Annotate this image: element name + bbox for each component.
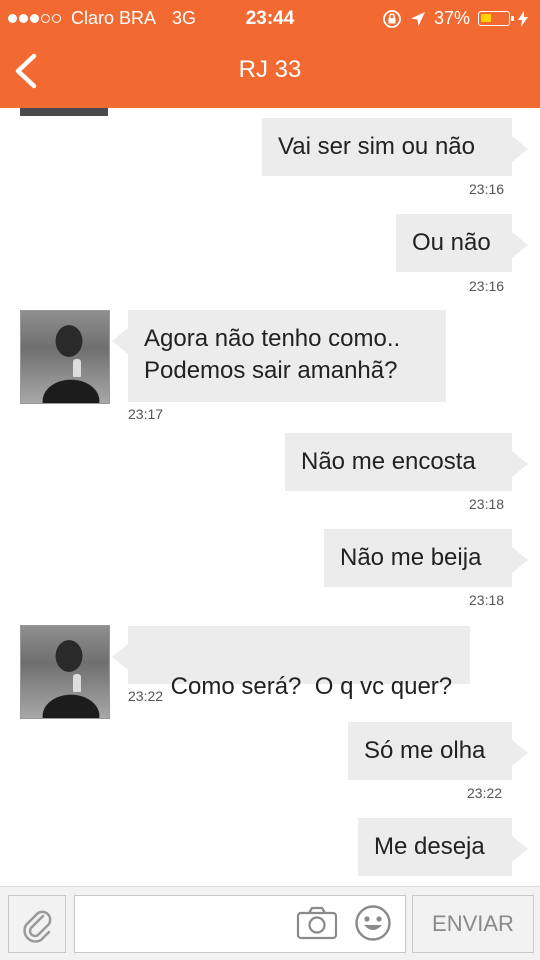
battery-icon (478, 11, 514, 26)
message-text: Ou não (412, 229, 491, 256)
status-right: 37% (382, 8, 528, 29)
message-time: 23:16 (469, 181, 505, 197)
message-bubble-outgoing[interactable]: Não me encosta (285, 433, 528, 491)
contact-avatar[interactable] (20, 625, 110, 719)
conversation-title: RJ 33 (238, 56, 302, 83)
app-header: Claro BRA 3G 23:44 37% RJ 33 (0, 0, 540, 108)
message-time: 23:17 (128, 406, 164, 422)
paperclip-icon (23, 910, 52, 943)
rotation-lock-icon (383, 9, 401, 28)
camera-icon[interactable] (296, 906, 338, 940)
message-list[interactable]: Vai ser sim ou não 23:16 Ou não 23:16 Ag… (0, 108, 540, 886)
message-bubble-outgoing[interactable]: Me deseja (358, 818, 528, 876)
message-time: 23:22 (128, 688, 164, 704)
location-arrow-icon (410, 11, 425, 26)
message-text: Me deseja (374, 833, 485, 860)
status-bar: Claro BRA 3G 23:44 37% (0, 0, 540, 36)
nav-bar: RJ 33 (0, 36, 540, 108)
message-bubble-incoming[interactable]: Como será? O q vc quer? (112, 626, 470, 700)
message-text: Não me beija (340, 544, 482, 571)
message-bubble-outgoing[interactable]: Só me olha (348, 722, 528, 780)
contact-avatar-partial (20, 108, 108, 116)
message-text: Como será? O q vc quer? (170, 673, 453, 700)
message-bubble-outgoing[interactable]: Vai ser sim ou não (262, 118, 528, 176)
contact-avatar[interactable] (20, 310, 110, 404)
message-bubble-outgoing[interactable]: Ou não (396, 214, 528, 272)
message-time: 23:18 (469, 592, 505, 608)
message-text: Vai ser sim ou não (278, 133, 475, 160)
message-bubble-outgoing[interactable]: Não me beija (324, 529, 528, 587)
battery-fill (481, 14, 491, 22)
message-text-line: Agora não tenho como.. (144, 325, 401, 352)
message-time: 23:16 (469, 278, 505, 294)
message-text-line: Podemos sair amanhã? (144, 357, 398, 384)
message-text: Só me olha (364, 737, 486, 764)
message-text: Não me encosta (301, 448, 476, 475)
send-button[interactable]: ENVIAR (412, 895, 534, 953)
battery-percent: 37% (433, 8, 470, 28)
avatar-detail (73, 674, 81, 692)
avatar-detail (73, 359, 81, 377)
message-time: 23:18 (469, 496, 505, 512)
charging-bolt-icon (518, 10, 528, 27)
message-time: 23:22 (467, 785, 503, 801)
message-bubble-incoming[interactable]: Agora não tenho como.. Podemos sair aman… (112, 310, 446, 402)
composer-bar: ENVIAR (0, 886, 540, 960)
smiley-icon[interactable] (354, 904, 392, 942)
attach-button[interactable] (8, 895, 66, 953)
